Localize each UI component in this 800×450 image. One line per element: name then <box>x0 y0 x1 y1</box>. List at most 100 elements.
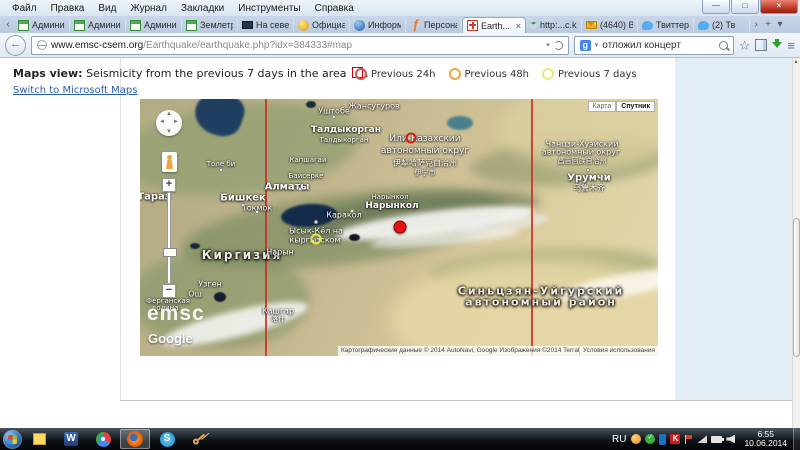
event-7days-marker[interactable] <box>311 234 322 245</box>
menu-hamburger-icon[interactable]: ≡ <box>787 36 795 55</box>
pan-up-icon[interactable]: ▲ <box>166 111 172 117</box>
pan-left-icon[interactable]: ◄ <box>159 119 165 125</box>
menu-item[interactable]: Справка <box>309 2 360 15</box>
street-view-pegman-icon[interactable] <box>162 152 177 172</box>
firefox-taskbar-button[interactable] <box>120 429 150 449</box>
flag-tray-icon[interactable] <box>684 434 693 445</box>
tab-close-icon[interactable]: × <box>516 21 521 31</box>
scroll-tabs-left-icon[interactable]: ‹ <box>2 17 14 33</box>
battery-tray-icon[interactable] <box>711 436 722 443</box>
city-dot <box>298 187 302 191</box>
city-dot <box>255 210 259 214</box>
update-tray-icon[interactable] <box>631 434 641 444</box>
menu-item[interactable]: Правка <box>45 2 91 15</box>
search-icon[interactable] <box>719 41 728 50</box>
language-indicator[interactable]: RU <box>612 434 626 445</box>
new-tab-button[interactable]: + <box>762 17 774 33</box>
browser-tab[interactable]: (2) Тв <box>694 17 750 33</box>
url-text[interactable]: www.emsc-csem.org/Earthquake/earthquake.… <box>51 40 542 51</box>
zoom-slider-track[interactable] <box>167 192 171 284</box>
close-button[interactable]: × <box>760 0 798 14</box>
city-dot <box>219 168 223 172</box>
map-label: автономный район <box>465 296 617 309</box>
map-legend: Previous 24hPrevious 48hPrevious 7 days <box>355 68 637 80</box>
kaspersky-tray-icon[interactable] <box>670 434 680 444</box>
scrollbar-thumb[interactable] <box>793 218 800 357</box>
browser-tab[interactable]: На север... <box>238 17 294 33</box>
browser-tab[interactable]: Админис... <box>70 17 126 33</box>
pan-down-icon[interactable]: ▼ <box>166 129 172 135</box>
green-tray-icon[interactable] <box>645 434 655 444</box>
browser-tab[interactable]: Earth...× <box>462 17 526 33</box>
city-dot <box>241 203 245 207</box>
bookmarks-panel-icon[interactable] <box>755 39 767 51</box>
network-tray-icon[interactable] <box>697 435 707 443</box>
scroll-up-icon[interactable]: ▲ <box>792 58 800 66</box>
downloads-icon[interactable] <box>772 42 782 48</box>
event-24h-marker[interactable] <box>406 133 417 144</box>
maximize-button[interactable]: □ <box>731 0 759 14</box>
browser-tab[interactable]: Админис... <box>14 17 70 33</box>
browser-tab[interactable]: (4640) Вх... <box>582 17 638 33</box>
google-map[interactable]: УштобеЖансугуровТалдыкорганТалдыкорганКа… <box>140 99 658 356</box>
tabs-container: Админис...Админис...Админис...Землетр...… <box>14 17 750 33</box>
reload-icon[interactable] <box>554 41 563 50</box>
lake <box>214 292 226 302</box>
url-bar[interactable]: www.emsc-csem.org/Earthquake/earthquake.… <box>31 36 569 55</box>
url-dropdown-icon[interactable]: ▾ <box>546 41 550 49</box>
bookmark-star-icon[interactable]: ☆ <box>739 36 751 55</box>
map-pan-control[interactable]: ▲ ▼ ◄ ► <box>156 110 182 136</box>
map-type-map-button[interactable]: Карта <box>588 101 617 112</box>
chrome-taskbar-button[interactable] <box>88 429 118 449</box>
legend-item: Previous 48h <box>449 68 530 80</box>
map-label: Бишкек <box>220 193 266 204</box>
sticky-notes-taskbar-button[interactable] <box>24 429 54 449</box>
navigation-toolbar: ← www.emsc-csem.org/Earthquake/earthquak… <box>0 33 800 58</box>
tab-label: (4640) Вх... <box>600 20 633 30</box>
scroll-tabs-right-icon[interactable]: › <box>750 17 762 33</box>
zoom-slider-handle[interactable] <box>163 248 177 257</box>
menu-item[interactable]: Вид <box>92 2 122 15</box>
back-button[interactable]: ← <box>5 35 26 56</box>
browser-tab[interactable]: Админис... <box>126 17 182 33</box>
start-button[interactable] <box>3 430 22 449</box>
bluetooth-tray-icon[interactable] <box>659 434 666 445</box>
zoom-out-button[interactable]: − <box>162 284 176 298</box>
system-tray: RU 6:5510.06.2014 <box>612 430 793 448</box>
browser-tab[interactable]: Землетр... <box>182 17 238 33</box>
search-input[interactable]: отложил концерт <box>602 40 714 51</box>
map-type-satellite-button[interactable]: Спутник <box>616 101 655 112</box>
show-desktop-button[interactable] <box>793 428 800 450</box>
zoom-in-button[interactable]: + <box>162 178 176 192</box>
clock-date: 10.06.2014 <box>744 438 787 448</box>
terms-of-use-link[interactable]: Условия использования <box>580 346 658 356</box>
google-search-icon[interactable]: g <box>580 40 591 51</box>
page-scrollbar[interactable]: ▲ <box>792 58 800 428</box>
search-bar[interactable]: g ▾ отложил концерт <box>574 36 734 55</box>
menu-item[interactable]: Инструменты <box>232 2 306 15</box>
spreadsheet-favicon <box>18 20 29 31</box>
menu-item[interactable]: Журнал <box>124 2 173 15</box>
tab-label: Информ... <box>368 20 401 30</box>
switch-to-microsoft-maps-link[interactable]: Switch to Microsoft Maps <box>13 85 137 96</box>
list-all-tabs-icon[interactable]: ▾ <box>774 17 786 33</box>
pan-right-icon[interactable]: ► <box>173 119 179 125</box>
search-engine-dropdown-icon[interactable]: ▾ <box>595 41 599 49</box>
browser-tab[interactable]: Твиттер <box>638 17 694 33</box>
clock[interactable]: 6:5510.06.2014 <box>740 430 791 448</box>
browser-tab[interactable]: http:...c.kz/ <box>526 17 582 33</box>
tab-label: Персона... <box>424 20 457 30</box>
browser-tab[interactable]: Информ... <box>350 17 406 33</box>
menu-item[interactable]: Закладки <box>175 2 230 15</box>
minimize-button[interactable]: — <box>702 0 730 14</box>
browser-tab[interactable]: Официа... <box>294 17 350 33</box>
volume-tray-icon[interactable] <box>726 435 735 444</box>
epicenter-marker[interactable] <box>394 221 407 234</box>
key-taskbar-button[interactable] <box>184 429 214 449</box>
key-icon <box>188 428 211 450</box>
skype-taskbar-button[interactable] <box>152 429 182 449</box>
map-label: Нарынкол <box>371 193 408 201</box>
menu-item[interactable]: Файл <box>6 2 43 15</box>
word-taskbar-button[interactable] <box>56 429 86 449</box>
browser-tab[interactable]: Персона... <box>406 17 462 33</box>
